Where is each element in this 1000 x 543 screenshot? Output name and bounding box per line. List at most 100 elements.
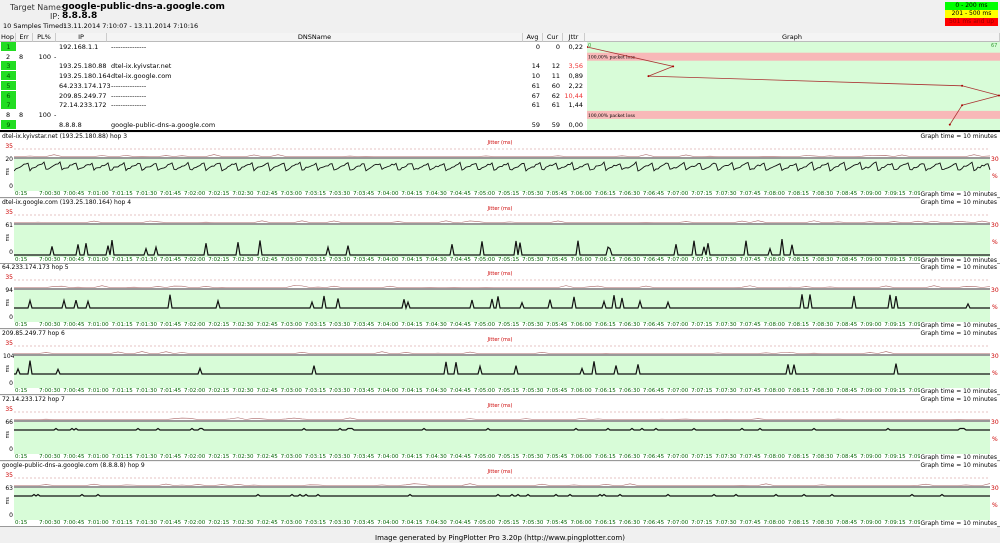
col-graph[interactable]: Graph (585, 33, 1000, 42)
time-tick-label: 7:02:30 (232, 322, 254, 329)
time-tick-label: 7:04:15 (401, 322, 423, 329)
time-tick-label: 7:02:00 (184, 322, 206, 329)
dns-cell: dtel-ix.google.com (111, 72, 172, 81)
time-tick-label: 7:02:15 (208, 322, 230, 329)
packet-loss-bar (587, 52, 1000, 61)
time-tick-label: 7:09:00 (860, 388, 882, 395)
time-tick-label: 7:03:00 (280, 453, 302, 460)
time-tick-label: 7:03:00 (280, 519, 302, 526)
time-tick-label: 7:01:00 (87, 453, 109, 460)
jitter-bar (14, 288, 990, 291)
time-tick-label: 7:06:00 (570, 322, 592, 329)
col-jttr[interactable]: Jttr (563, 33, 585, 42)
time-tick-label: 7:08:15 (787, 388, 809, 395)
jitter-bar (14, 354, 990, 357)
legend-mid: 201 - 500 ms (945, 10, 998, 18)
route-point (672, 65, 675, 68)
cur-cell: 11 (551, 72, 560, 81)
time-tick-label: 7:01:30 (135, 453, 157, 460)
time-tick-label: 7:02:45 (256, 256, 278, 263)
hop-number: 5 (1, 80, 16, 90)
latency-legend: 0 - 200 ms 201 - 500 ms 501 ms and up (945, 2, 998, 26)
latency-area (14, 159, 990, 191)
err-cell: 8 (19, 110, 24, 119)
jttr-cell: 3,56 (568, 62, 583, 71)
loss-unit-label: % (992, 304, 998, 312)
time-tick-label: 7:06:45 (642, 388, 665, 395)
ip-cell: 192.168.1.1 (59, 43, 99, 51)
jitter-max-label: 35 (5, 208, 13, 216)
time-tick-label: 7:03:30 (328, 519, 351, 526)
table-row[interactable]: 5 64.233.174.173 --------------- 61 60 2,22 (0, 80, 587, 91)
zero-label: 0 (9, 511, 13, 519)
latency-area (14, 421, 990, 454)
cur-cell: 61 (551, 101, 560, 110)
latency-scale-label: 61 (5, 221, 13, 229)
time-tick-label: 7:01:00 (87, 388, 109, 395)
col-dnsname[interactable]: DNSName (107, 33, 523, 42)
time-tick-label: 7:08:30 (811, 388, 834, 395)
time-tick-label: 7:03:45 (353, 322, 375, 329)
table-row[interactable]: 7 72.14.233.172 --------------- 61 61 1,44 (0, 100, 587, 110)
time-tick-label: 7:03:00 (280, 191, 302, 197)
cur-cell: 0 (555, 43, 560, 51)
hop-number: 4 (1, 71, 16, 81)
time-tick-label: 7:05:00 (473, 453, 496, 460)
time-tick-label: 7:03:00 (280, 388, 302, 395)
time-tick-label: 7:07:30 (715, 453, 737, 460)
time-tick-label: 7:06:45 (642, 453, 665, 460)
time-tick-label: 7:02:00 (184, 388, 206, 395)
time-tick-label: 7:04:30 (425, 453, 447, 460)
col-cur[interactable]: Cur (543, 33, 563, 42)
loss-scale-label: 30 (991, 353, 999, 361)
time-tick-label: 7:00:30 (39, 191, 61, 197)
jitter-trace (14, 285, 991, 289)
time-tick-label: 7:07:15 (691, 453, 713, 460)
zero-label: 0 (9, 248, 13, 256)
time-tick-label: 7:09:00 (860, 191, 882, 197)
time-tick-label: 7:09:15 (884, 453, 906, 460)
col-pl[interactable]: PL% (33, 33, 56, 42)
hop-number: 2 (6, 52, 11, 61)
time-tick-label: 7:05:45 (546, 256, 568, 263)
time-tick-label: 7:07:15 (691, 256, 713, 263)
col-avg[interactable]: Avg (523, 33, 543, 42)
time-tick-label: 7:03:30 (328, 453, 351, 460)
time-tick-label: 7:08:15 (787, 322, 809, 329)
trace-table: Hop Err PL% IP DNSName Avg Cur Jttr Grap… (0, 33, 1000, 131)
time-tick-label: 7:08:45 (836, 256, 858, 263)
time-tick-label: 7:05:15 (498, 322, 520, 329)
table-row[interactable]: 2 8 100- (0, 52, 587, 62)
col-err[interactable]: Err (16, 33, 33, 42)
loss-unit-label: % (992, 370, 998, 378)
table-row[interactable]: 3 193.25.180.88 dtel-ix.kyivstar.net 14 12 3,… (0, 61, 587, 71)
table-row[interactable]: 6 209.85.249.77 --------------- 67 62 10,44 (0, 90, 587, 101)
time-tick-label: 7:08:30 (811, 519, 834, 526)
time-tick-label: 7:03:30 (328, 256, 351, 263)
col-hop[interactable]: Hop (0, 33, 16, 42)
table-row[interactable]: 8 8 100- (0, 110, 587, 120)
time-tick-label: 7:07:00 (667, 519, 689, 526)
time-tick-label: 7:05:30 (522, 453, 544, 460)
col-ip[interactable]: IP (56, 33, 107, 42)
time-tick-label: 7:02:00 (184, 191, 206, 197)
time-tick-label: 7:04:00 (377, 519, 399, 526)
time-tick-label: 7:04:30 (425, 256, 447, 263)
time-tick-label: 7:08:30 (811, 191, 834, 197)
time-tick-label: 7:05:45 (546, 191, 568, 197)
table-row[interactable]: 4 193.25.180.164 dtel-ix.google.com 10 11 0,8… (0, 71, 587, 81)
time-tick-label: 7:00:45 (63, 256, 85, 263)
time-tick-label: 7:02:30 (232, 191, 254, 197)
time-tick-label: 7:01:15 (111, 453, 133, 460)
time-tick-label: 0:15 (15, 453, 28, 460)
dns-cell: --------------- (111, 81, 147, 90)
table-row[interactable]: 9 8.8.8.8 google-public-dns-a.google.com 59… (0, 119, 587, 130)
time-tick-label: 7:04:30 (425, 519, 447, 526)
hop-number: 1 (1, 42, 16, 51)
time-tick-label: 7:08:45 (836, 388, 858, 395)
time-tick-label: 7:07:15 (691, 322, 713, 329)
graph-max-label: 67 (991, 43, 997, 49)
footer-credit: Image generated by PingPlotter Pro 3.20p… (0, 533, 1000, 543)
time-tick-label: 7:05:00 (473, 322, 496, 329)
table-row[interactable]: 1 192.168.1.1 --------------- 0 0 0,22 (0, 42, 587, 52)
